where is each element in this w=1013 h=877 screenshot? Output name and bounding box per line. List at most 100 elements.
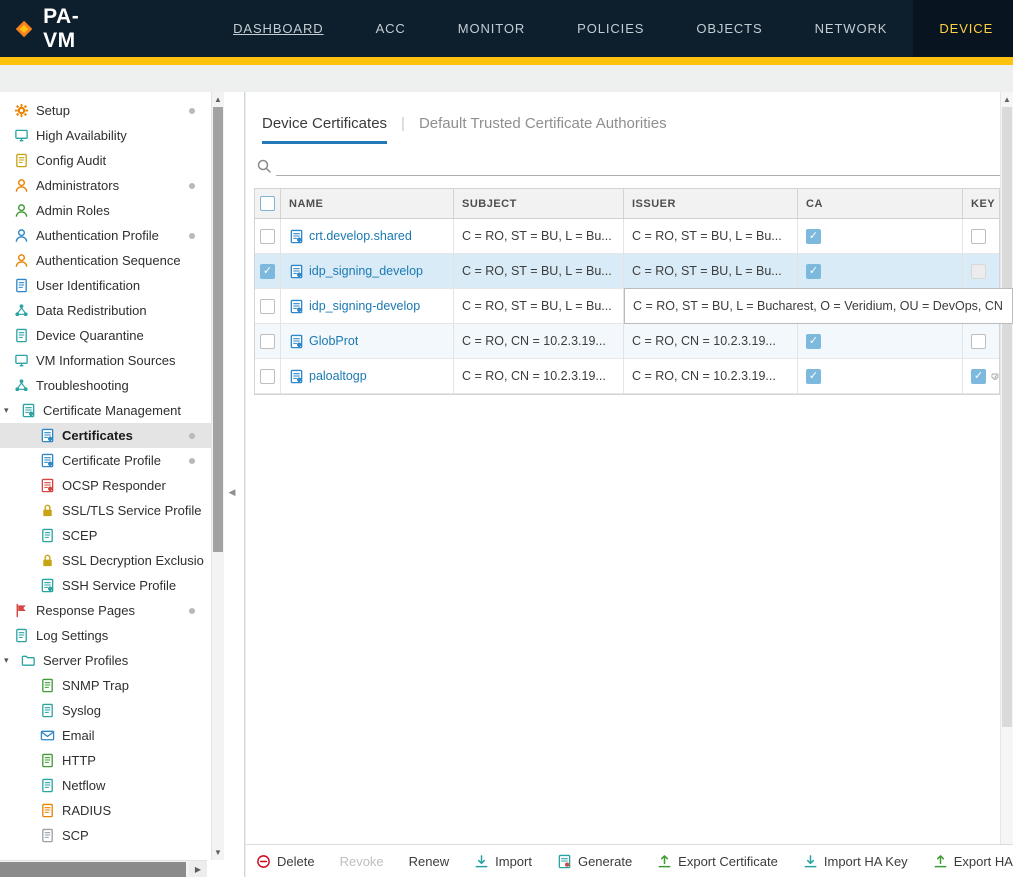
certificate-name-link[interactable]: idp_signing_develop <box>309 264 423 278</box>
sidebar-item-snmp-trap[interactable]: ▾ SNMP Trap <box>0 673 211 698</box>
row-checkbox[interactable] <box>260 299 275 314</box>
sidebar-item-log-settings[interactable]: ▾ Log Settings <box>0 623 211 648</box>
http-icon <box>40 753 55 768</box>
certificate-name-link[interactable]: GlobProt <box>309 334 358 348</box>
nav-item-device[interactable]: DEVICE <box>913 0 1013 57</box>
certificate-name-link[interactable]: paloaltogp <box>309 369 367 383</box>
table-row[interactable]: idp_signing_develop C = RO, ST = BU, L =… <box>255 254 999 289</box>
sidebar-collapse-handle[interactable]: ◀ <box>226 482 238 502</box>
sidebar-item-label: Device Quarantine <box>36 328 144 343</box>
sidebar-item-ssl-decryption-exclusio[interactable]: ▾ SSL Decryption Exclusio <box>0 548 211 573</box>
key-checkbox[interactable] <box>971 369 986 384</box>
sidebar-item-ocsp-responder[interactable]: ▾ OCSP Responder <box>0 473 211 498</box>
sidebar-scrollbar-thumb[interactable] <box>213 107 223 552</box>
scroll-right-arrow-icon[interactable]: ▶ <box>189 861 207 877</box>
sidebar-item-data-redistribution[interactable]: ▾ Data Redistribution <box>0 298 211 323</box>
table-row[interactable]: paloaltogp C = RO, CN = 10.2.3.19... C =… <box>255 359 999 394</box>
nav-item-monitor[interactable]: MONITOR <box>432 0 551 57</box>
tab-default-trusted-certificate-authorities[interactable]: Default Trusted Certificate Authorities <box>419 115 667 132</box>
key-checkbox[interactable] <box>971 334 986 349</box>
sidebar-item-scp[interactable]: ▾ SCP <box>0 823 211 848</box>
sidebar-vertical-scrollbar[interactable]: ▲ ▼ <box>211 92 224 860</box>
ca-checkbox[interactable] <box>806 264 821 279</box>
sidebar-item-user-identification[interactable]: ▾ User Identification <box>0 273 211 298</box>
ca-checkbox[interactable] <box>806 334 821 349</box>
table-row[interactable]: idp_signing-develop C = RO, ST = BU, L =… <box>255 289 999 324</box>
nav-item-network[interactable]: NETWORK <box>789 0 914 57</box>
column-header-name[interactable]: NAME <box>281 189 454 218</box>
import-button[interactable]: Import <box>474 854 532 869</box>
sidebar-item-troubleshooting[interactable]: ▾ Troubleshooting <box>0 373 211 398</box>
sidebar-item-administrators[interactable]: ▾ Administrators <box>0 173 211 198</box>
sidebar-item-setup[interactable]: ▾ Setup <box>0 98 211 123</box>
column-header-ca[interactable]: CA <box>798 189 963 218</box>
sidebar-item-high-availability[interactable]: ▾ High Availability <box>0 123 211 148</box>
nav-item-label: POLICIES <box>577 21 644 36</box>
revoke-button[interactable]: Revoke <box>340 854 384 869</box>
scroll-up-arrow-icon[interactable]: ▲ <box>1001 92 1013 107</box>
sidebar-horizontal-scrollbar[interactable]: ▶ <box>0 860 207 877</box>
sidebar-item-certificate-profile[interactable]: ▾ Certificate Profile <box>0 448 211 473</box>
search-input[interactable] <box>276 154 1000 176</box>
scroll-down-arrow-icon[interactable]: ▼ <box>212 845 224 860</box>
sidebar-item-http[interactable]: ▾ HTTP <box>0 748 211 773</box>
row-checkbox[interactable] <box>260 229 275 244</box>
table-row[interactable]: GlobProt C = RO, CN = 10.2.3.19... C = R… <box>255 324 999 359</box>
sidebar-item-vm-information-sources[interactable]: ▾ VM Information Sources <box>0 348 211 373</box>
certificate-icon <box>289 229 304 244</box>
ca-checkbox[interactable] <box>806 369 821 384</box>
export-ha-key-button[interactable]: Export HA Key <box>933 854 1013 869</box>
sidebar-item-authentication-profile[interactable]: ▾ Authentication Profile <box>0 223 211 248</box>
delete-button[interactable]: Delete <box>256 854 315 869</box>
column-header-subject[interactable]: SUBJECT <box>454 189 624 218</box>
nav-item-label: ACC <box>376 21 406 36</box>
toolbar-button-label: Import <box>495 854 532 869</box>
row-checkbox[interactable] <box>260 334 275 349</box>
sidebar-item-netflow[interactable]: ▾ Netflow <box>0 773 211 798</box>
sidebar-item-ssh-service-profile[interactable]: ▾ SSH Service Profile <box>0 573 211 598</box>
renew-button[interactable]: Renew <box>409 854 449 869</box>
top-nav-bar: PA-VM DASHBOARDACCMONITORPOLICIESOBJECTS… <box>0 0 1013 57</box>
table-row[interactable]: crt.develop.shared C = RO, ST = BU, L = … <box>255 219 999 254</box>
nav-item-objects[interactable]: OBJECTS <box>670 0 788 57</box>
key-checkbox[interactable] <box>971 264 986 279</box>
key-checkbox[interactable] <box>971 229 986 244</box>
scroll-up-arrow-icon[interactable]: ▲ <box>212 92 224 107</box>
sidebar-item-certificate-management[interactable]: ▾ Certificate Management <box>0 398 211 423</box>
nav-item-dashboard[interactable]: DASHBOARD <box>207 0 349 57</box>
sidebar-item-response-pages[interactable]: ▾ Response Pages <box>0 598 211 623</box>
sidebar-item-certificates[interactable]: ▾ Certificates <box>0 423 211 448</box>
content-scrollbar-thumb[interactable] <box>1002 107 1012 727</box>
sidebar-item-server-profiles[interactable]: ▾ Server Profiles <box>0 648 211 673</box>
sidebar-item-syslog[interactable]: ▾ Syslog <box>0 698 211 723</box>
sidebar-item-config-audit[interactable]: ▾ Config Audit <box>0 148 211 173</box>
expand-caret-icon[interactable]: ▾ <box>4 405 14 416</box>
column-header-issuer[interactable]: ISSUER <box>624 189 798 218</box>
import-ha-key-button[interactable]: Import HA Key <box>803 854 908 869</box>
generate-button[interactable]: Generate <box>557 854 632 869</box>
sidebar-item-scep[interactable]: ▾ SCEP <box>0 523 211 548</box>
sidebar-item-device-quarantine[interactable]: ▾ Device Quarantine <box>0 323 211 348</box>
select-all-checkbox[interactable] <box>260 196 275 211</box>
certificate-name-link[interactable]: crt.develop.shared <box>309 229 412 243</box>
certificate-name-link[interactable]: idp_signing-develop <box>309 299 420 313</box>
sidebar-item-radius[interactable]: ▾ RADIUS <box>0 798 211 823</box>
sidebar-item-email[interactable]: ▾ Email <box>0 723 211 748</box>
export-icon <box>657 854 672 869</box>
column-header-key[interactable]: KEY <box>963 189 999 218</box>
tab-device-certificates[interactable]: Device Certificates <box>262 115 387 144</box>
sidebar-hscrollbar-thumb[interactable] <box>0 862 186 877</box>
export-certificate-button[interactable]: Export Certificate <box>657 854 778 869</box>
status-dot <box>189 458 195 464</box>
nav-item-acc[interactable]: ACC <box>350 0 432 57</box>
nav-item-policies[interactable]: POLICIES <box>551 0 670 57</box>
expand-caret-icon[interactable]: ▾ <box>4 655 14 666</box>
sidebar-item-authentication-sequence[interactable]: ▾ Authentication Sequence <box>0 248 211 273</box>
issuer-cell: C = RO, ST = BU, L = Bu... <box>632 264 782 278</box>
row-checkbox[interactable] <box>260 264 275 279</box>
row-checkbox[interactable] <box>260 369 275 384</box>
sidebar-item-admin-roles[interactable]: ▾ Admin Roles <box>0 198 211 223</box>
content-vertical-scrollbar[interactable]: ▲ <box>1000 92 1013 844</box>
ca-checkbox[interactable] <box>806 229 821 244</box>
sidebar-item-ssl-tls-service-profile[interactable]: ▾ SSL/TLS Service Profile <box>0 498 211 523</box>
